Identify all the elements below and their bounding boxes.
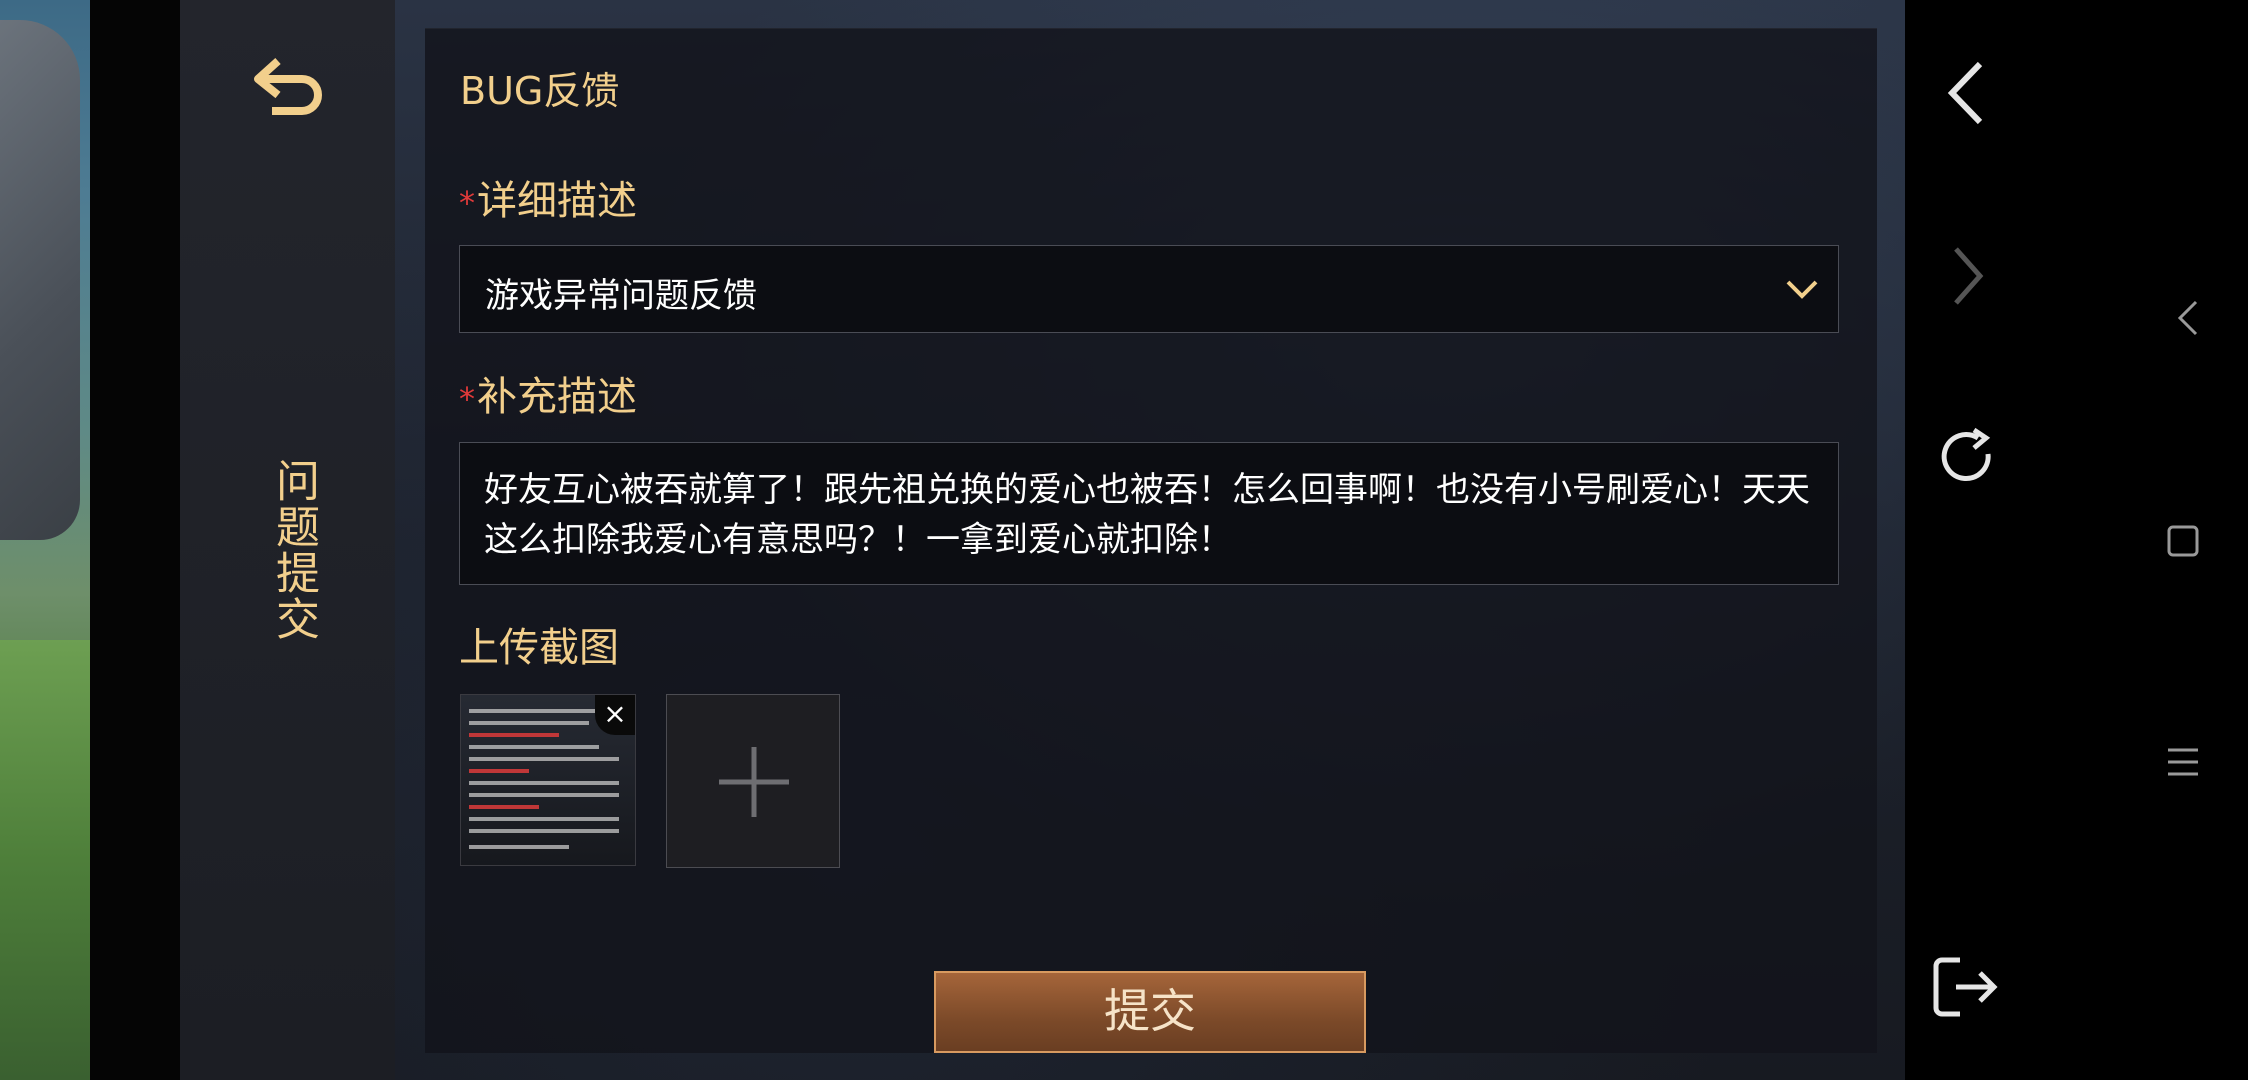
supplement-label-text: 补充描述 — [477, 374, 637, 420]
detail-dropdown[interactable]: 游戏异常问题反馈 — [459, 245, 1839, 333]
rock-scenery — [0, 20, 80, 540]
back-arrow-icon — [254, 58, 322, 115]
exit-icon — [1933, 957, 1998, 1017]
add-screenshot-button[interactable] — [666, 694, 840, 868]
dropdown-selected-value: 游戏异常问题反馈 — [485, 276, 757, 316]
required-mark: * — [459, 380, 475, 418]
nav-back-button[interactable] — [1942, 58, 1992, 128]
nav-reload-button[interactable] — [1934, 424, 2000, 490]
chevron-left-icon — [2177, 300, 2198, 336]
supplement-textarea[interactable]: 好友互心被吞就算了！跟先祖兑换的爱心也被吞！怎么回事啊！也没有小号刷爱心！天天这… — [459, 442, 1839, 585]
upload-label: 上传截图 — [459, 625, 619, 671]
menu-icon — [2168, 748, 2198, 776]
required-mark: * — [459, 184, 475, 222]
game-background-scene — [0, 0, 92, 1080]
chevron-right-icon — [1954, 247, 1984, 305]
back-button[interactable] — [250, 55, 325, 120]
chevron-down-icon — [1786, 280, 1818, 299]
system-back-button[interactable] — [2176, 298, 2200, 338]
system-home-button[interactable] — [2166, 524, 2200, 558]
letterbox-strip — [90, 0, 180, 1080]
plus-icon — [719, 747, 789, 817]
side-title: 问题提交 — [268, 458, 319, 642]
square-icon — [2167, 525, 2199, 557]
remove-screenshot-button[interactable]: × — [595, 695, 635, 735]
nav-forward-button[interactable] — [1948, 245, 1988, 307]
reload-icon — [1941, 427, 1991, 481]
nav-exit-button[interactable] — [1932, 956, 2000, 1018]
submit-button[interactable]: 提交 — [934, 971, 1366, 1053]
panel-title: BUG反馈 — [460, 69, 620, 113]
detail-label-text: 详细描述 — [477, 178, 637, 224]
grass-scenery — [0, 640, 92, 1080]
supplement-label: *补充描述 — [459, 364, 637, 422]
detail-label: *详细描述 — [459, 168, 637, 226]
uploaded-screenshot-thumbnail[interactable]: × — [460, 694, 636, 866]
system-menu-button[interactable] — [2166, 746, 2200, 778]
chevron-left-icon — [1947, 61, 1983, 125]
